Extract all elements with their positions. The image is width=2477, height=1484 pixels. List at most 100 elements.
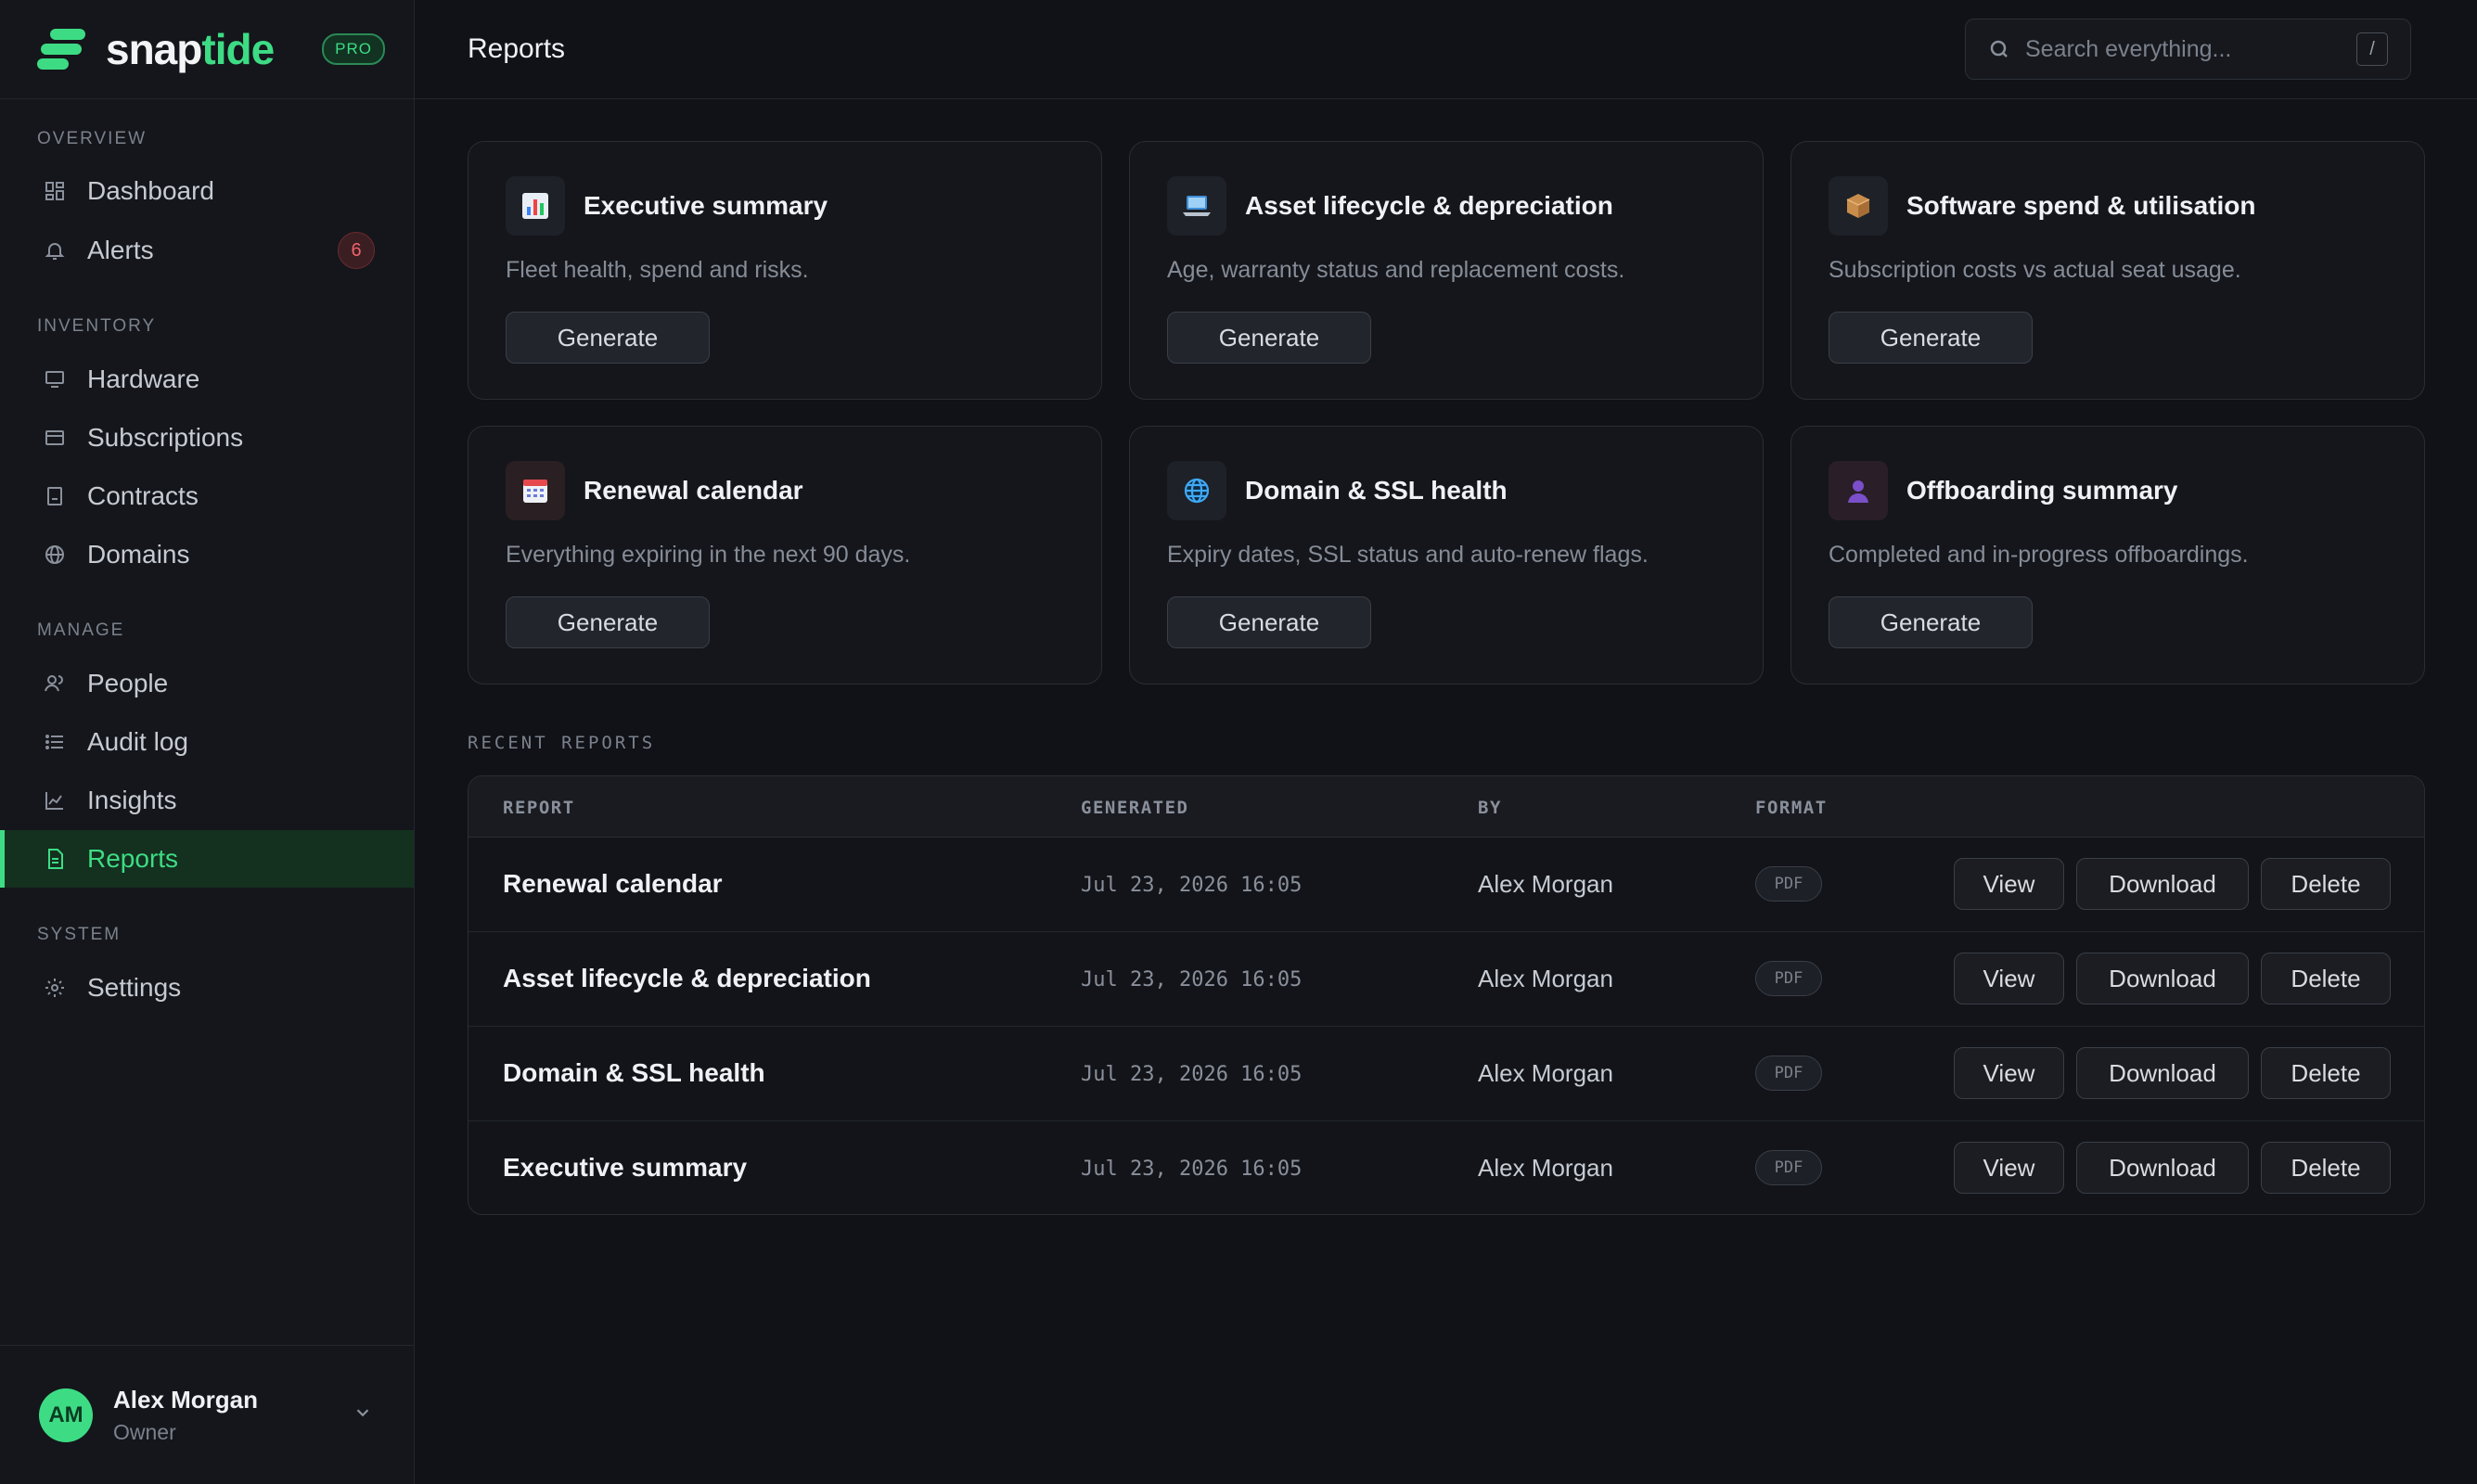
view-button[interactable]: View <box>1954 953 2064 1004</box>
table-row: Executive summary Jul 23, 2026 16:05 Ale… <box>468 1121 2424 1214</box>
card-title: Software spend & utilisation <box>1906 191 2256 220</box>
generated-by: Alex Morgan <box>1478 1154 1613 1182</box>
format-badge: PDF <box>1755 1150 1822 1185</box>
generate-button[interactable]: Generate <box>506 596 710 648</box>
nav-section-manage: MANAGE <box>37 620 125 640</box>
format-badge: PDF <box>1755 1055 1822 1091</box>
download-button[interactable]: Download <box>2076 1047 2249 1099</box>
list-icon <box>43 730 67 754</box>
search-box[interactable]: / <box>1965 19 2411 80</box>
card-title: Asset lifecycle & depreciation <box>1245 191 1613 220</box>
recent-reports-table: REPORT GENERATED BY FORMAT Renewal calen… <box>468 775 2425 1215</box>
laptop-icon <box>1167 176 1226 236</box>
card-title: Renewal calendar <box>584 476 803 505</box>
bell-icon <box>43 238 67 262</box>
generated-date: Jul 23, 2026 16:05 <box>1081 1158 1303 1181</box>
brand[interactable]: snaptide PRO <box>0 0 414 99</box>
person-icon <box>1829 461 1888 520</box>
sidebar-item-dashboard[interactable]: Dashboard <box>0 162 414 220</box>
column-header-report: REPORT <box>503 798 575 818</box>
column-header-generated: GENERATED <box>1081 798 1189 818</box>
delete-button[interactable]: Delete <box>2261 1047 2391 1099</box>
chevron-down-icon[interactable] <box>353 1402 373 1427</box>
delete-button[interactable]: Delete <box>2261 858 2391 910</box>
column-header-format: FORMAT <box>1755 798 1828 818</box>
generate-button[interactable]: Generate <box>1829 312 2033 364</box>
card-description: Expiry dates, SSL status and auto-renew … <box>1167 542 1649 568</box>
people-icon <box>43 672 67 696</box>
view-button[interactable]: View <box>1954 1047 2064 1099</box>
table-row: Domain & SSL health Jul 23, 2026 16:05 A… <box>468 1027 2424 1121</box>
report-name: Asset lifecycle & depreciation <box>503 964 871 992</box>
report-name: Executive summary <box>503 1153 748 1182</box>
nav-section-inventory: INVENTORY <box>37 316 157 336</box>
page-title: Reports <box>468 33 566 64</box>
topbar: Reports / <box>415 0 2477 99</box>
generate-button[interactable]: Generate <box>1829 596 2033 648</box>
globe-icon <box>43 543 67 567</box>
report-card-software-spend: Software spend & utilisation Subscriptio… <box>1790 141 2425 400</box>
card-description: Age, warranty status and replacement cos… <box>1167 257 1625 283</box>
report-icon <box>43 847 67 871</box>
sidebar-item-hardware[interactable]: Hardware <box>0 351 414 408</box>
avatar: AM <box>39 1388 93 1442</box>
gear-icon <box>43 976 67 1000</box>
report-card-domain-ssl: Domain & SSL health Expiry dates, SSL st… <box>1129 426 1764 684</box>
sidebar-item-subscriptions[interactable]: Subscriptions <box>0 409 414 467</box>
card-title: Offboarding summary <box>1906 476 2178 505</box>
document-icon <box>43 484 67 508</box>
generated-date: Jul 23, 2026 16:05 <box>1081 874 1303 897</box>
sidebar-item-domains[interactable]: Domains <box>0 526 414 583</box>
card-description: Everything expiring in the next 90 days. <box>506 542 911 568</box>
format-badge: PDF <box>1755 961 1822 996</box>
generate-button[interactable]: Generate <box>1167 596 1371 648</box>
sidebar-item-alerts[interactable]: Alerts 6 <box>0 222 414 279</box>
view-button[interactable]: View <box>1954 1142 2064 1194</box>
sidebar: snaptide PRO OVERVIEW Dashboard Alerts 6… <box>0 0 415 1484</box>
table-row: Asset lifecycle & depreciation Jul 23, 2… <box>468 932 2424 1027</box>
table-row: Renewal calendar Jul 23, 2026 16:05 Alex… <box>468 838 2424 932</box>
user-role: Owner <box>113 1419 176 1444</box>
sidebar-item-people[interactable]: People <box>0 655 414 712</box>
card-title: Domain & SSL health <box>1245 476 1508 505</box>
nav-section-overview: OVERVIEW <box>37 129 148 148</box>
user-menu[interactable]: AM Alex Morgan Owner <box>0 1345 414 1484</box>
report-name: Renewal calendar <box>503 869 723 898</box>
delete-button[interactable]: Delete <box>2261 1142 2391 1194</box>
grid-icon <box>43 179 67 203</box>
report-card-renewal-calendar: Renewal calendar Everything expiring in … <box>468 426 1102 684</box>
sidebar-item-contracts[interactable]: Contracts <box>0 467 414 525</box>
chart-icon <box>43 788 67 812</box>
download-button[interactable]: Download <box>2076 953 2249 1004</box>
card-title: Executive summary <box>584 191 828 220</box>
alerts-count-badge: 6 <box>338 232 375 269</box>
generated-by: Alex Morgan <box>1478 870 1613 898</box>
sidebar-item-audit-log[interactable]: Audit log <box>0 713 414 771</box>
plan-badge: PRO <box>322 33 385 65</box>
sidebar-item-insights[interactable]: Insights <box>0 772 414 829</box>
download-button[interactable]: Download <box>2076 858 2249 910</box>
generate-button[interactable]: Generate <box>1167 312 1371 364</box>
sidebar-item-reports[interactable]: Reports <box>0 830 414 888</box>
logo-icon <box>37 27 89 71</box>
report-card-executive-summary: Executive summary Fleet health, spend an… <box>468 141 1102 400</box>
search-input[interactable] <box>2025 35 2331 63</box>
download-button[interactable]: Download <box>2076 1142 2249 1194</box>
search-icon <box>1988 38 2010 60</box>
card-description: Fleet health, spend and risks. <box>506 257 809 283</box>
report-card-asset-lifecycle: Asset lifecycle & depreciation Age, warr… <box>1129 141 1764 400</box>
user-name: Alex Morgan <box>113 1385 259 1414</box>
recent-reports-heading: RECENT REPORTS <box>468 733 656 753</box>
delete-button[interactable]: Delete <box>2261 953 2391 1004</box>
generated-date: Jul 23, 2026 16:05 <box>1081 968 1303 991</box>
card-description: Completed and in-progress offboardings. <box>1829 542 2249 568</box>
generated-by: Alex Morgan <box>1478 1059 1613 1087</box>
sidebar-item-settings[interactable]: Settings <box>0 959 414 1017</box>
generate-button[interactable]: Generate <box>506 312 710 364</box>
column-header-by: BY <box>1478 798 1502 818</box>
brand-name: snaptide <box>106 25 275 73</box>
view-button[interactable]: View <box>1954 858 2064 910</box>
shortcut-hint: / <box>2356 32 2388 66</box>
table-header: REPORT GENERATED BY FORMAT <box>468 776 2424 838</box>
globe-icon <box>1167 461 1226 520</box>
